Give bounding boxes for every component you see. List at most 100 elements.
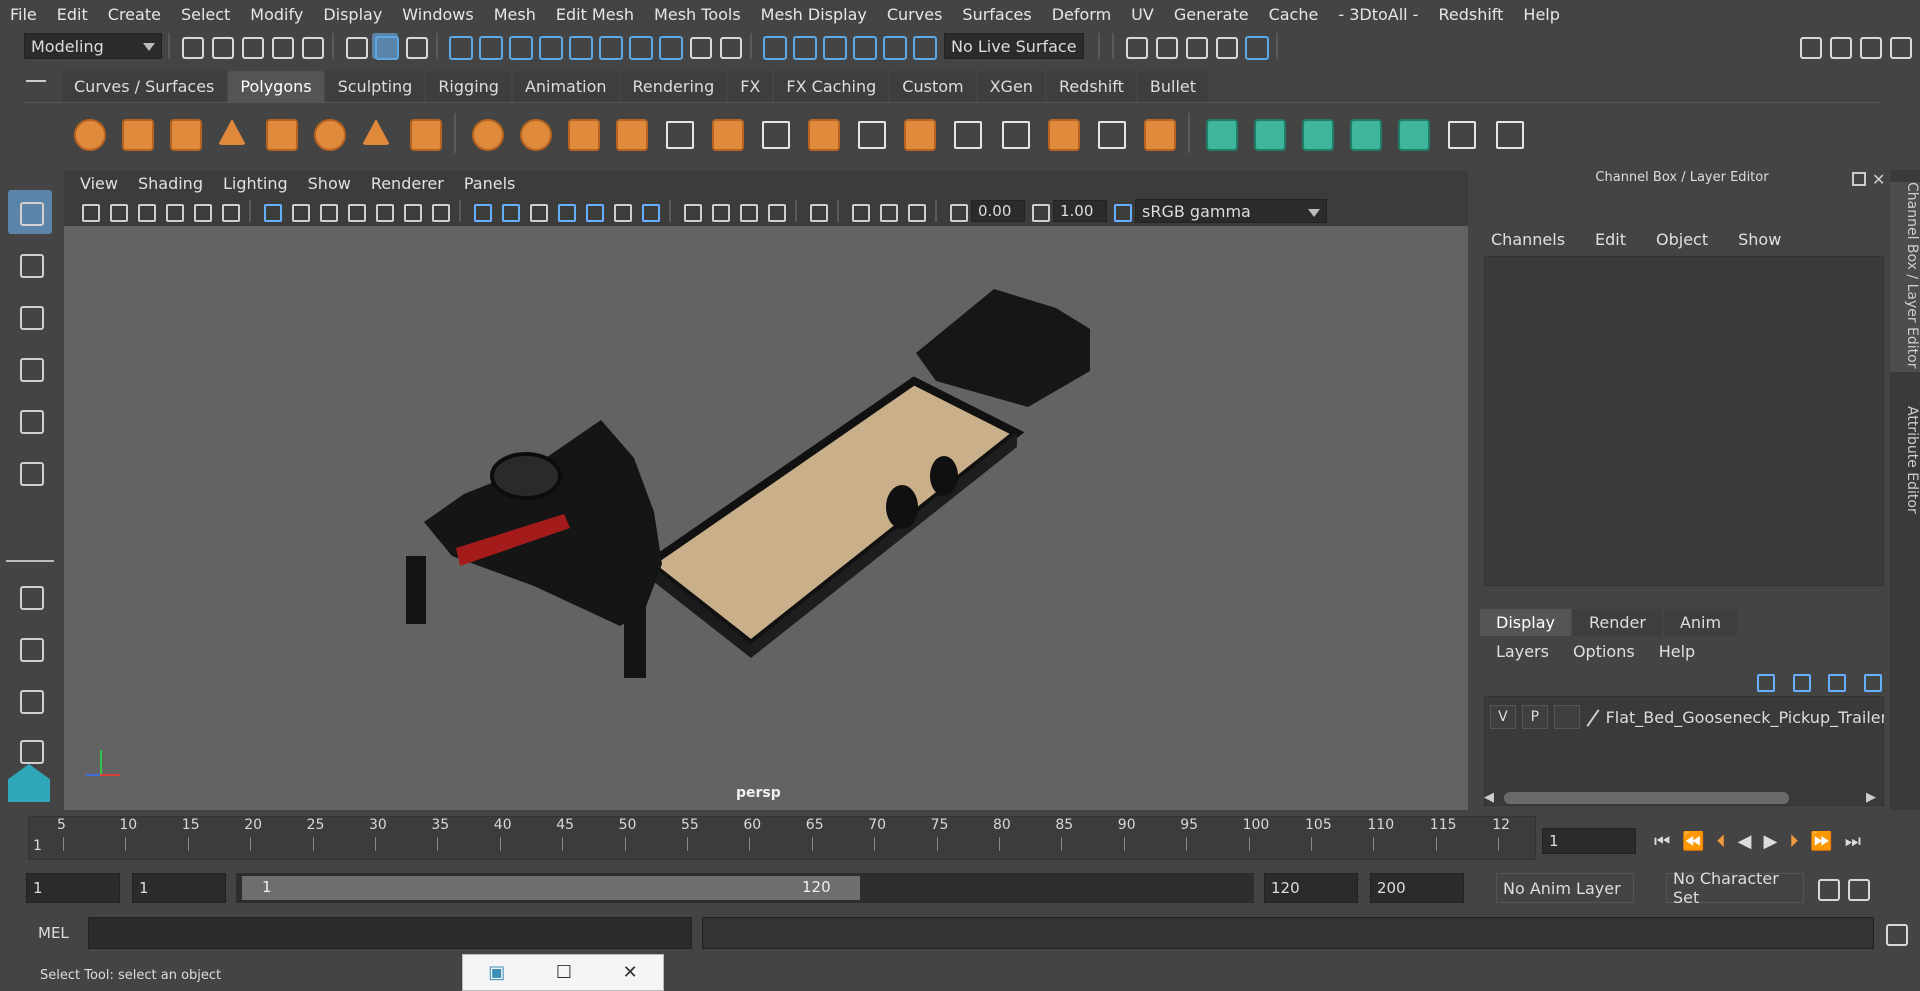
menu-17[interactable]: - 3DtoAll - bbox=[1328, 5, 1428, 24]
menu-5[interactable]: Display bbox=[313, 5, 392, 24]
menu-1[interactable]: Edit bbox=[47, 5, 98, 24]
gamma-field[interactable]: 1.00 bbox=[1053, 200, 1107, 222]
menu-2[interactable]: Create bbox=[98, 5, 171, 24]
image-plane-icon[interactable] bbox=[162, 200, 184, 222]
isolate-select-icon[interactable] bbox=[806, 200, 828, 222]
step-forward-icon[interactable]: ⏩ bbox=[1810, 831, 1832, 852]
boolean-icon[interactable] bbox=[658, 113, 698, 153]
hypershade-icon[interactable] bbox=[1242, 33, 1269, 60]
lights-icon[interactable] bbox=[610, 200, 632, 222]
play-back-icon[interactable]: ◀ bbox=[1738, 831, 1752, 852]
range-slider-handle[interactable] bbox=[242, 876, 860, 900]
poly-cube-icon[interactable] bbox=[116, 113, 156, 153]
xray-joints-icon[interactable] bbox=[876, 200, 898, 222]
shadows-icon[interactable] bbox=[638, 200, 660, 222]
bevel-icon[interactable] bbox=[802, 113, 842, 153]
render-current-icon[interactable] bbox=[1152, 33, 1178, 59]
shelf-tab-3[interactable]: Rigging bbox=[426, 71, 511, 102]
shelf-tab-7[interactable]: FX Caching bbox=[774, 71, 889, 102]
mirror-icon[interactable] bbox=[562, 113, 602, 153]
tool-settings-icon[interactable] bbox=[1856, 33, 1882, 59]
channel-menu-3[interactable]: Show bbox=[1723, 230, 1796, 249]
range-slider[interactable]: 1 120 bbox=[236, 873, 1254, 903]
menu-6[interactable]: Windows bbox=[392, 5, 483, 24]
channel-menu-1[interactable]: Edit bbox=[1580, 230, 1641, 249]
menu-0[interactable]: File bbox=[0, 5, 47, 24]
smooth-icon[interactable] bbox=[610, 113, 650, 153]
depth-of-field-icon[interactable] bbox=[764, 200, 786, 222]
textured-icon[interactable] bbox=[582, 200, 604, 222]
menu-7[interactable]: Mesh bbox=[484, 5, 546, 24]
xray-components-icon[interactable] bbox=[904, 200, 926, 222]
playback-end-field[interactable]: 120 bbox=[1264, 873, 1358, 903]
step-back-key-icon[interactable]: ⏴ bbox=[1717, 831, 1726, 852]
scroll-right-icon[interactable]: ▶ bbox=[1866, 790, 1876, 805]
snap-grid-icon[interactable] bbox=[446, 33, 473, 60]
tab-channel-box[interactable]: Channel Box / Layer Editor bbox=[1890, 182, 1920, 372]
menu-9[interactable]: Mesh Tools bbox=[644, 5, 751, 24]
script-editor-icon[interactable] bbox=[1882, 920, 1908, 946]
animation-start-field[interactable]: 1 bbox=[26, 873, 120, 903]
shelf-menu-icon[interactable] bbox=[26, 80, 46, 82]
viewport-menu-3[interactable]: Show bbox=[298, 174, 361, 193]
poly-torus-icon[interactable] bbox=[308, 113, 348, 153]
snap-point-icon[interactable] bbox=[506, 33, 533, 60]
rotate-tool-icon[interactable] bbox=[8, 398, 52, 442]
xray-icon[interactable] bbox=[848, 200, 870, 222]
menu-8[interactable]: Edit Mesh bbox=[546, 5, 644, 24]
animation-end-field[interactable]: 200 bbox=[1370, 873, 1464, 903]
channel-list[interactable] bbox=[1484, 256, 1884, 586]
paint-select-icon[interactable] bbox=[8, 294, 52, 338]
outliner-layout-icon[interactable] bbox=[8, 678, 52, 722]
layer-name[interactable]: Flat_Bed_Gooseneck_Pickup_Trailer_C bbox=[1606, 708, 1884, 727]
new-layer-icon[interactable] bbox=[1824, 670, 1846, 692]
safe-action-icon[interactable] bbox=[400, 200, 422, 222]
scale-tool-icon[interactable] bbox=[8, 450, 52, 494]
layer-visibility-toggle[interactable]: V bbox=[1490, 705, 1516, 729]
move-layer-down-icon[interactable] bbox=[1789, 670, 1810, 692]
layer-menu-1[interactable]: Options bbox=[1561, 642, 1647, 661]
poly-sphere-icon[interactable] bbox=[68, 113, 108, 153]
menu-16[interactable]: Cache bbox=[1259, 5, 1329, 24]
maximize-icon[interactable]: ☐ bbox=[556, 962, 572, 983]
magnet-icon[interactable] bbox=[910, 33, 937, 60]
viewport-menu-1[interactable]: Shading bbox=[128, 174, 213, 193]
append-polygon-icon[interactable] bbox=[1042, 113, 1082, 153]
menu-14[interactable]: UV bbox=[1121, 5, 1164, 24]
extrude-icon[interactable] bbox=[706, 113, 746, 153]
live-surface-field[interactable]: No Live Surface bbox=[944, 33, 1084, 59]
attribute-editor-icon[interactable] bbox=[1826, 33, 1852, 59]
anti-aliasing-icon[interactable] bbox=[736, 200, 758, 222]
layer-tab-2[interactable]: Anim bbox=[1663, 609, 1738, 636]
menu-13[interactable]: Deform bbox=[1042, 5, 1121, 24]
snap-plane-icon[interactable] bbox=[536, 33, 563, 60]
view-transform-dropdown[interactable]: sRGB gamma bbox=[1135, 199, 1327, 223]
character-set-dropdown[interactable]: No Character Set bbox=[1666, 869, 1804, 907]
camera-icon[interactable] bbox=[78, 200, 100, 222]
viewport-menu-0[interactable]: View bbox=[70, 174, 128, 193]
resolution-gate-icon[interactable] bbox=[316, 200, 338, 222]
fill-hole-icon[interactable] bbox=[898, 113, 938, 153]
magnet-icon[interactable] bbox=[790, 33, 817, 60]
gate-mask-icon[interactable] bbox=[344, 200, 366, 222]
save-scene-icon[interactable] bbox=[238, 33, 264, 59]
float-icon[interactable] bbox=[1852, 172, 1866, 186]
menu-11[interactable]: Curves bbox=[877, 5, 953, 24]
channel-menu-2[interactable]: Object bbox=[1641, 230, 1723, 249]
step-forward-key-icon[interactable]: ⏵ bbox=[1789, 831, 1798, 852]
auto-key-icon[interactable] bbox=[1844, 875, 1870, 901]
shelf-tab-10[interactable]: Redshift bbox=[1046, 71, 1136, 102]
channel-menu-0[interactable]: Channels bbox=[1476, 230, 1580, 249]
grid-icon[interactable] bbox=[260, 200, 282, 222]
color-management-icon[interactable] bbox=[1110, 200, 1132, 222]
app-thumbnail-icon[interactable]: ▣ bbox=[488, 962, 505, 983]
shelf-tab-1[interactable]: Polygons bbox=[228, 71, 324, 102]
go-to-end-icon[interactable]: ⏭ bbox=[1845, 831, 1861, 852]
safe-title-icon[interactable] bbox=[428, 200, 450, 222]
poly-pipe-icon[interactable] bbox=[404, 113, 444, 153]
uv-planar-icon[interactable] bbox=[1200, 113, 1240, 153]
time-slider[interactable]: 5 10 15 20 25 30 35 40 45 50 55 60 65 70 75 80 85 90 95 100… bbox=[28, 816, 1536, 860]
close-icon[interactable]: ✕ bbox=[1872, 170, 1885, 189]
field-chart-icon[interactable] bbox=[372, 200, 394, 222]
make-live-icon[interactable] bbox=[716, 33, 742, 59]
